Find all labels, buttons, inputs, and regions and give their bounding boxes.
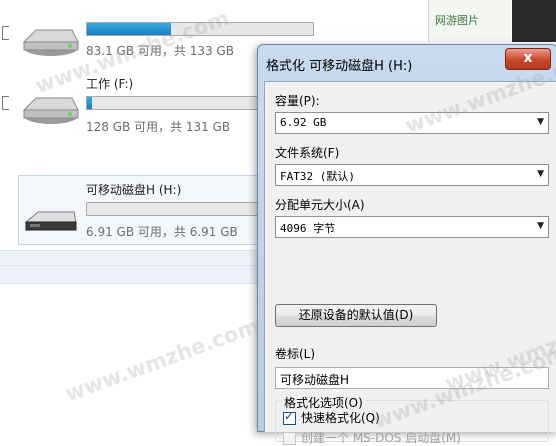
filesystem-select[interactable]: FAT32 (默认) ▼ <box>275 164 549 186</box>
quick-format-checkbox[interactable] <box>283 409 296 425</box>
removable-drive-icon <box>24 211 77 231</box>
details-strip <box>0 250 270 284</box>
volume-label-label: 卷标(L) <box>275 347 316 361</box>
drive-usage-fill <box>87 97 92 109</box>
background-thumbnail-text: 网游图片 <box>435 14 479 27</box>
capacity-label: 容量(P): <box>275 94 320 108</box>
dialog-title: 格式化 可移动磁盘H (H:) <box>266 59 413 74</box>
chevron-down-icon: ▼ <box>537 221 544 231</box>
background-thumbnail-dark <box>512 0 556 42</box>
filesystem-label: 文件系统(F) <box>275 146 340 160</box>
drive-space-text: 6.91 GB 可用，共 6.91 GB <box>86 225 238 239</box>
filesystem-value: FAT32 (默认) <box>280 170 355 183</box>
volume-label-value: 可移动磁盘H <box>280 373 350 387</box>
chevron-down-icon: ▼ <box>537 117 544 127</box>
expand-bracket <box>2 26 9 40</box>
expand-bracket <box>2 96 9 110</box>
drive-space-text: 128 GB 可用，共 131 GB <box>86 120 231 134</box>
hard-drive-icon <box>22 29 79 56</box>
restore-defaults-button[interactable]: 还原设备的默认值(D) <box>275 304 437 327</box>
capacity-value: 6.92 GB <box>280 116 327 129</box>
drive-name[interactable]: 可移动磁盘H (H:) <box>86 181 181 198</box>
hard-drive-icon <box>22 97 79 124</box>
allocation-select[interactable]: 4096 字节 ▼ <box>275 216 549 238</box>
allocation-value: 4096 字节 <box>280 222 336 235</box>
msdos-disk-checkbox <box>283 432 296 445</box>
background-thumbnail: 网游图片 <box>428 0 511 42</box>
chevron-down-icon: ▼ <box>537 169 544 179</box>
allocation-label: 分配单元大小(A) <box>275 198 365 212</box>
quick-format-label[interactable]: 快速格式化(Q) <box>301 409 380 426</box>
